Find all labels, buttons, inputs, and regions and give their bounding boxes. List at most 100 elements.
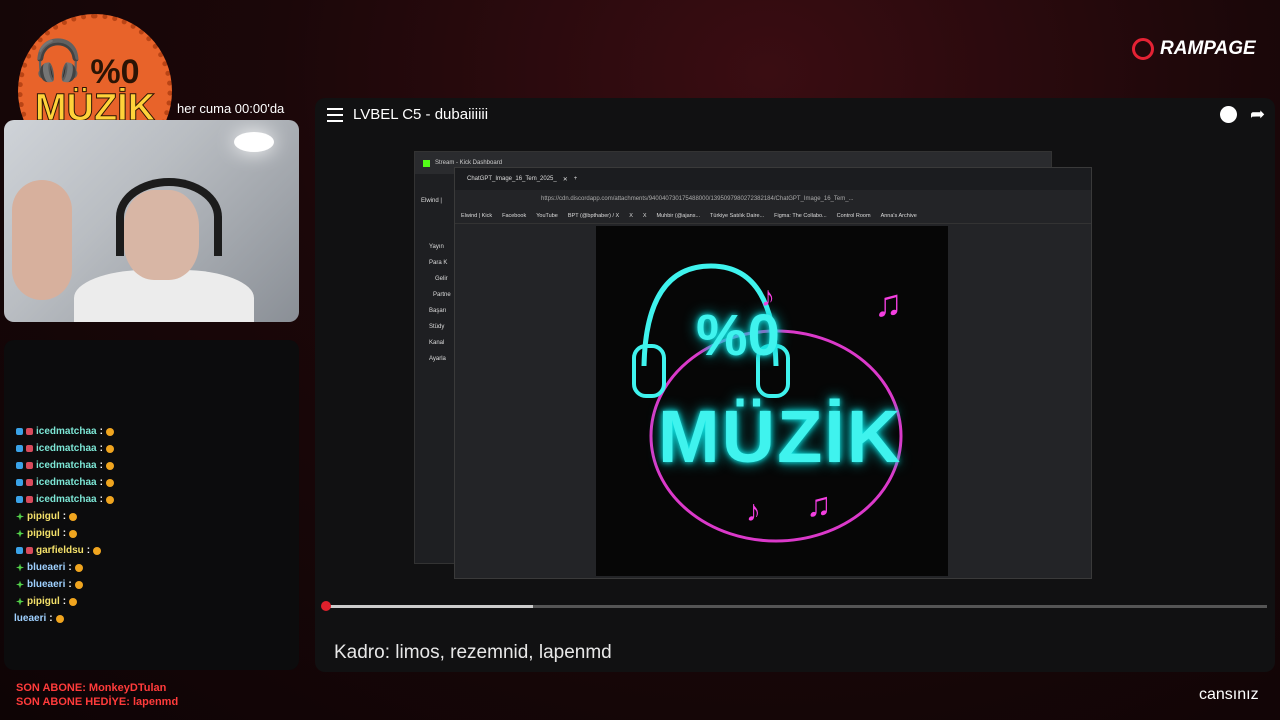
streamer-watermark: cansınız — [1199, 686, 1259, 703]
chat-message: icedmatchaa : — [16, 494, 114, 505]
sub-badge-icon — [16, 479, 23, 486]
emote-icon — [55, 614, 64, 623]
sidebar-item[interactable]: Yayın — [415, 244, 455, 260]
chat-message: pipigul : — [16, 596, 78, 607]
sidebar-item[interactable]: Başarı — [415, 308, 455, 324]
dashboard-sidebar: Yayın Para K Gelir Partne Başarı Stüdy K… — [415, 244, 455, 372]
chat-message: icedmatchaa : — [16, 443, 114, 454]
buffered-fill — [326, 605, 534, 608]
ceiling-lamp — [234, 132, 274, 152]
video-progress-bar[interactable] — [321, 601, 1267, 611]
chat-message: pipigul : — [16, 528, 78, 539]
chat-separator: : — [62, 528, 67, 539]
bookmark[interactable]: Facebook — [502, 213, 526, 219]
bookmark[interactable]: Control Room — [837, 213, 871, 219]
chat-message: icedmatchaa : — [16, 460, 114, 471]
chat-separator: : — [99, 443, 103, 454]
svg-text:♪: ♪ — [746, 495, 761, 528]
headphones-icon: 🎧 — [33, 39, 83, 83]
chat-separator: : — [68, 562, 72, 573]
webcam-feed — [4, 120, 299, 322]
bookmark[interactable]: YouTube — [536, 213, 558, 219]
sub-badge-icon — [16, 428, 23, 435]
logo-percent: %0 — [90, 53, 140, 91]
sidebar-item[interactable]: Stüdy — [415, 324, 455, 340]
bookmark[interactable]: BPT (@bpthaber) / X — [568, 213, 619, 219]
chat-username[interactable]: garfieldsu — [36, 545, 84, 556]
emote-icon — [105, 427, 114, 436]
bookmark[interactable]: Elwind | Kick — [461, 213, 492, 219]
sidebar-item[interactable]: Gelir — [415, 276, 455, 292]
chat-username[interactable]: icedmatchaa — [36, 460, 97, 471]
schedule-text: her cuma 00:00'da — [177, 101, 285, 116]
chat-separator: : — [99, 477, 103, 488]
bookmark[interactable]: Anna's Archive — [881, 213, 917, 219]
chat-username[interactable]: icedmatchaa — [36, 426, 97, 437]
emote-icon — [69, 529, 78, 538]
chat-username[interactable]: lueaeri — [14, 613, 46, 624]
bookmark[interactable]: Figma: The Collabo... — [774, 213, 826, 219]
emote-icon — [74, 563, 83, 572]
share-icon[interactable]: ➦ — [1250, 104, 1265, 125]
new-tab-icon[interactable]: + — [574, 176, 578, 182]
close-tab-icon[interactable]: ✕ — [563, 176, 568, 183]
chat-username[interactable]: icedmatchaa — [36, 494, 97, 505]
chat-message: lueaeri : — [14, 613, 64, 624]
sidebar-item[interactable]: Para K — [415, 260, 455, 276]
sidebar-item[interactable]: Partne — [415, 292, 455, 308]
browser-tab[interactable]: Stream - Kick Dashboard — [435, 160, 502, 166]
playlist-menu-icon[interactable] — [327, 108, 343, 122]
bookmark[interactable]: Muhbir (@ajans... — [657, 213, 701, 219]
gift-badge-icon — [26, 496, 33, 503]
chat-username[interactable]: blueaeri — [27, 579, 65, 590]
chat-username[interactable]: icedmatchaa — [36, 443, 97, 454]
chat-username[interactable]: pipigul — [27, 511, 60, 522]
chat-username[interactable]: blueaeri — [27, 562, 65, 573]
last-sub: SON ABONE: MonkeyDTulan — [16, 682, 167, 694]
sidebar-item[interactable]: Kanal — [415, 340, 455, 356]
chat-username[interactable]: pipigul — [27, 528, 60, 539]
chat-username[interactable]: icedmatchaa — [36, 477, 97, 488]
address-bar[interactable]: https://cdn.discordapp.com/attachments/9… — [455, 190, 1091, 208]
browser-tab[interactable]: ChatGPT_Image_16_Tem_2025_ — [467, 176, 557, 182]
bookmark[interactable]: Türkiye Satılık Daire... — [710, 213, 764, 219]
watch-later-icon[interactable] — [1220, 106, 1237, 123]
emote-icon — [74, 580, 83, 589]
og-badge-icon — [16, 597, 24, 606]
video-caption: Kadro: limos, rezemnid, lapenmd — [334, 642, 612, 663]
chat-separator: : — [99, 494, 103, 505]
emote-icon — [105, 478, 114, 487]
headphones — [116, 178, 222, 256]
emote-icon — [93, 546, 102, 555]
rampage-icon — [1132, 38, 1154, 60]
streamer-hand — [12, 180, 72, 300]
chat-separator: : — [99, 426, 103, 437]
artwork-text: MÜZİK — [658, 395, 903, 478]
emote-icon — [105, 495, 114, 504]
chat-separator: : — [49, 613, 53, 624]
svg-text:♫: ♫ — [874, 283, 903, 325]
sidebar-item[interactable]: Ayarla — [415, 356, 455, 372]
sub-badge-icon — [16, 445, 23, 452]
chat-message: blueaeri : — [16, 562, 83, 573]
scrubber-handle[interactable] — [321, 601, 331, 611]
emote-icon — [69, 597, 78, 606]
bookmark[interactable]: X — [643, 213, 647, 219]
gift-badge-icon — [26, 445, 33, 452]
gift-badge-icon — [26, 547, 33, 554]
sponsor-logo: RAMPAGE — [1132, 38, 1256, 60]
chat-separator: : — [99, 460, 103, 471]
video-title[interactable]: LVBEL C5 - dubaiiiiii — [353, 106, 488, 123]
chat-separator: : — [62, 511, 67, 522]
chat-message: garfieldsu : — [16, 545, 102, 556]
chat-username[interactable]: pipigul — [27, 596, 60, 607]
og-badge-icon — [16, 529, 24, 538]
svg-text:♫: ♫ — [806, 486, 832, 524]
bookmark[interactable]: X — [629, 213, 633, 219]
subscriber-ticker: SON ABONE: MonkeyDTulan SON ABONE HEDİYE… — [16, 681, 178, 709]
sponsor-name: RAMPAGE — [1160, 38, 1256, 59]
sub-badge-icon — [16, 462, 23, 469]
bookmarks-bar: Elwind | Kick Facebook YouTube BPT (@bpt… — [455, 208, 1091, 224]
emote-icon — [105, 444, 114, 453]
chat-separator: : — [62, 596, 67, 607]
